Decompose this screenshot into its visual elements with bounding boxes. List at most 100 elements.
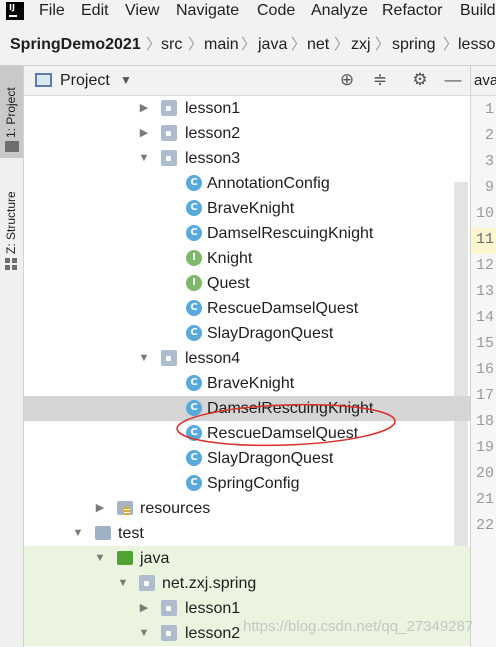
breadcrumb-main[interactable]: main: [204, 36, 239, 54]
tree-node-resources[interactable]: ▶ resources: [24, 496, 470, 521]
editor-tab[interactable]: ava: [471, 66, 496, 96]
breadcrumb-java[interactable]: java: [258, 36, 287, 54]
tree-node-lesson2[interactable]: ▶ lesson2: [24, 121, 470, 146]
tree-node-label: lesson3: [185, 150, 241, 167]
tree-node-braveknight[interactable]: C BraveKnight: [24, 196, 470, 221]
gear-icon[interactable]: ⚙: [409, 69, 431, 91]
structure-tool-label[interactable]: Z: Structure: [4, 191, 18, 254]
collapse-all-icon[interactable]: ≑: [369, 69, 391, 91]
menu-navigate[interactable]: Navigate: [176, 1, 239, 21]
line-number: 13: [475, 283, 494, 300]
folder-icon: [5, 141, 19, 152]
breadcrumb-zxj[interactable]: zxj: [351, 36, 371, 54]
project-tool-button[interactable]: 1: Project: [0, 66, 23, 158]
breadcrumb: SpringDemo2021 〉 src 〉 main 〉 java 〉 net…: [0, 24, 496, 66]
tree-node-label: DamselRescuingKnight: [207, 225, 374, 242]
breadcrumb-src[interactable]: src: [161, 36, 182, 54]
class-icon: C: [186, 475, 202, 491]
project-tool-label: 1: Project: [4, 87, 18, 138]
class-icon: C: [186, 300, 202, 316]
line-number: 10: [475, 205, 494, 222]
breadcrumb-net[interactable]: net: [307, 36, 329, 54]
chevron-down-icon[interactable]: ▼: [137, 626, 151, 640]
tree-node-label: SlayDragonQuest: [207, 325, 334, 342]
chevron-right-icon[interactable]: ▶: [93, 501, 107, 515]
test-source-folder-icon: [117, 551, 133, 565]
package-folder-icon: [161, 625, 177, 641]
intellij-logo-icon: IJ: [6, 2, 24, 20]
tree-node-springconfig[interactable]: C SpringConfig: [24, 471, 470, 496]
line-number: 17: [475, 387, 494, 404]
line-number: 14: [475, 309, 494, 326]
package-folder-icon: [161, 150, 177, 166]
breadcrumb-separator-icon: 〉: [334, 36, 350, 53]
tree-node-knight[interactable]: I Knight: [24, 246, 470, 271]
tree-node-label: Quest: [207, 275, 250, 292]
chevron-right-icon[interactable]: ▶: [137, 601, 151, 615]
tree-node-label: SpringConfig: [207, 475, 300, 492]
project-panel-header: Project ▼ ⊕ ≑ ⚙ —: [24, 66, 470, 96]
chevron-down-icon[interactable]: ▼: [71, 526, 85, 540]
tree-node-rescuedamselquest[interactable]: C RescueDamselQuest: [24, 421, 470, 446]
project-window-icon: [35, 73, 52, 87]
tree-node-label: SlayDragonQuest: [207, 450, 334, 467]
breadcrumb-separator-icon: 〉: [443, 36, 459, 53]
tree-node-lesson4[interactable]: ▼ lesson4: [24, 346, 470, 371]
resources-folder-icon: [117, 501, 133, 515]
menu-bar: IJ File Edit View Navigate Code Analyze …: [0, 0, 496, 24]
locate-target-icon[interactable]: ⊕: [336, 69, 358, 91]
line-number: 22: [475, 517, 494, 534]
tree-node-label: resources: [140, 500, 211, 517]
line-number: 18: [475, 413, 494, 430]
class-icon: C: [186, 450, 202, 466]
tree-node-damselrescuingknight-selected[interactable]: C DamselRescuingKnight: [24, 396, 470, 421]
tree-node-rescuedamselquest[interactable]: C RescueDamselQuest: [24, 296, 470, 321]
tree-node-braveknight[interactable]: C BraveKnight: [24, 371, 470, 396]
menu-edit[interactable]: Edit: [81, 1, 109, 21]
project-panel-title[interactable]: Project: [60, 71, 110, 90]
package-folder-icon: [161, 100, 177, 116]
interface-icon: I: [186, 250, 202, 266]
tree-node-lesson1[interactable]: ▶ lesson1: [24, 96, 470, 121]
chevron-right-icon[interactable]: ▶: [137, 101, 151, 115]
tool-window-strip: 1: Project Z: Structure: [0, 66, 24, 647]
tree-node-lesson3[interactable]: ▼ lesson3: [24, 146, 470, 171]
tree-node-label: RescueDamselQuest: [207, 425, 359, 442]
tree-node-net-zxj-spring[interactable]: ▼ net.zxj.spring: [24, 571, 470, 596]
watermark-text: https://blog.csdn.net/qq_27349287: [243, 618, 474, 635]
package-folder-icon: [139, 575, 155, 591]
tree-node-slaydragonquest[interactable]: C SlayDragonQuest: [24, 446, 470, 471]
tree-node-label: lesson2: [185, 125, 241, 142]
tree-node-label: net.zxj.spring: [162, 575, 257, 592]
tree-node-annotationconfig[interactable]: C AnnotationConfig: [24, 171, 470, 196]
tree-node-test[interactable]: ▼ test: [24, 521, 470, 546]
menu-refactor[interactable]: Refactor: [382, 1, 442, 21]
chevron-right-icon[interactable]: ▶: [137, 126, 151, 140]
menu-analyze[interactable]: Analyze: [311, 1, 368, 21]
menu-code[interactable]: Code: [257, 1, 295, 21]
class-icon: C: [186, 200, 202, 216]
chevron-down-icon[interactable]: ▼: [116, 576, 130, 590]
breadcrumb-spring[interactable]: spring: [392, 36, 436, 54]
line-number-current: 11: [475, 231, 494, 248]
tree-node-quest[interactable]: I Quest: [24, 271, 470, 296]
tree-node-label: BraveKnight: [207, 200, 295, 217]
chevron-down-icon[interactable]: ▼: [93, 551, 107, 565]
chevron-down-icon[interactable]: ▼: [137, 151, 151, 165]
line-number: 20: [475, 465, 494, 482]
editor-tab-label: ava: [474, 72, 496, 89]
tree-node-damselrescuingknight[interactable]: C DamselRescuingKnight: [24, 221, 470, 246]
tree-node-slaydragonquest[interactable]: C SlayDragonQuest: [24, 321, 470, 346]
chevron-down-icon[interactable]: ▼: [137, 351, 151, 365]
class-icon: C: [186, 225, 202, 241]
line-number: 19: [475, 439, 494, 456]
menu-build[interactable]: Build: [460, 1, 496, 21]
breadcrumb-project[interactable]: SpringDemo2021: [10, 36, 141, 54]
tree-node-test-java[interactable]: ▼ java: [24, 546, 470, 571]
breadcrumb-lesson[interactable]: lesso: [458, 36, 495, 54]
menu-view[interactable]: View: [125, 1, 159, 21]
chevron-down-icon[interactable]: ▼: [120, 71, 132, 90]
minimize-icon[interactable]: —: [442, 69, 464, 91]
tree-node-label: RescueDamselQuest: [207, 300, 359, 317]
menu-file[interactable]: File: [39, 1, 65, 21]
